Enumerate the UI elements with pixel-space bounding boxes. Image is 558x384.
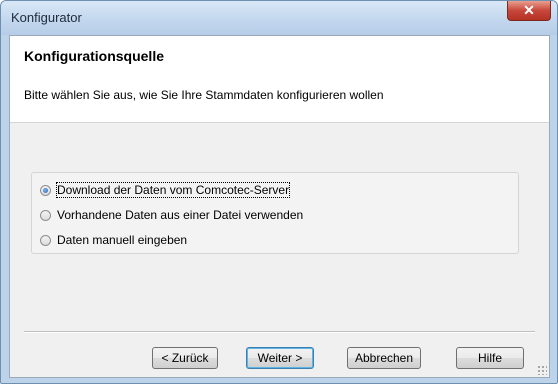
cancel-button[interactable]: Abbrechen [347, 347, 421, 369]
radio-button[interactable] [40, 234, 51, 246]
footer-separator [24, 331, 535, 333]
source-options-group: Download der Daten vom Comcotec-Server V… [31, 172, 519, 254]
next-button[interactable]: Weiter > [246, 347, 314, 369]
wizard-client-area: Konfigurationsquelle Bitte wählen Sie au… [9, 35, 550, 378]
option-existing-file[interactable]: Vorhandene Daten aus einer Datei verwend… [40, 207, 303, 223]
option-label: Vorhandene Daten aus einer Datei verwend… [57, 208, 304, 222]
close-icon: ✕ [523, 2, 535, 18]
back-button[interactable]: < Zurück [152, 347, 218, 369]
help-button[interactable]: Hilfe [456, 347, 524, 369]
close-button[interactable]: ✕ [507, 1, 551, 21]
radio-button[interactable] [40, 209, 51, 221]
window-title: Konfigurator [11, 10, 82, 25]
option-label: Download der Daten vom Comcotec-Server [55, 182, 291, 198]
option-manual-entry[interactable]: Daten manuell eingeben [40, 232, 187, 248]
title-bar[interactable]: Konfigurator ✕ [1, 1, 557, 35]
page-title: Konfigurationsquelle [24, 48, 164, 64]
radio-button-selected[interactable] [40, 184, 51, 196]
option-download-server[interactable]: Download der Daten vom Comcotec-Server [40, 182, 291, 198]
configurator-window: Konfigurator ✕ Konfigurationsquelle Bitt… [0, 0, 558, 384]
wizard-header-panel: Konfigurationsquelle Bitte wählen Sie au… [10, 36, 549, 123]
page-description: Bitte wählen Sie aus, wie Sie Ihre Stamm… [24, 88, 384, 102]
option-label: Daten manuell eingeben [57, 233, 188, 247]
resize-grip-icon[interactable] [537, 365, 547, 375]
